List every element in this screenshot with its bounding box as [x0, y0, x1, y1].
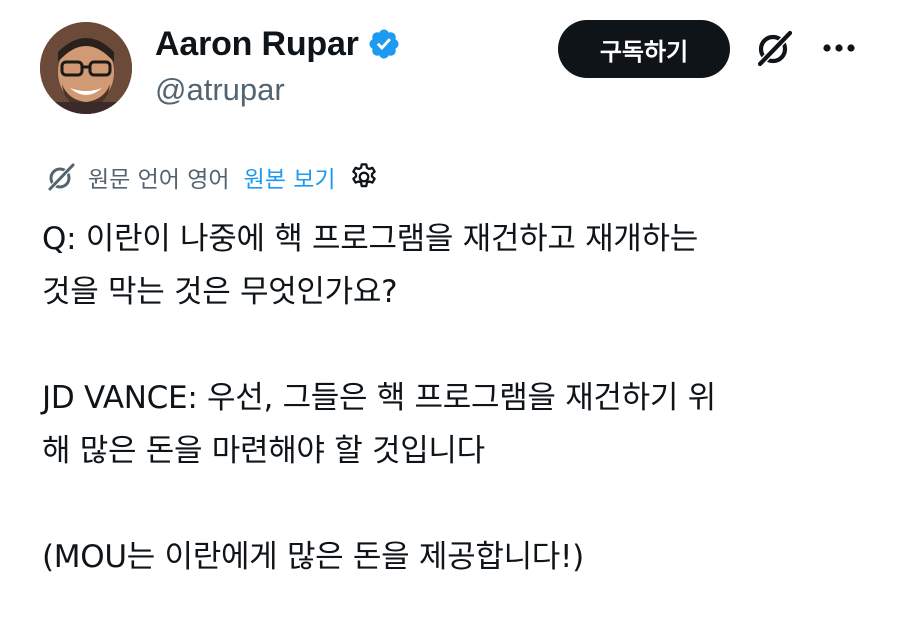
display-name[interactable]: Aaron Rupar	[155, 25, 359, 64]
tweet-text: Q: 이란이 나중에 핵 프로그램을 재건하고 재개하는 것을 막는 것은 무엇…	[42, 213, 872, 584]
verified-badge-icon[interactable]	[367, 27, 401, 61]
tweet-line: 해 많은 돈을 마련해야 할 것입니다	[42, 433, 485, 469]
grok-icon[interactable]	[752, 26, 796, 70]
subscribe-button[interactable]: 구독하기	[558, 20, 730, 78]
tweet-line: Q: 이란이 나중에 핵 프로그램을 재건하고 재개하는	[42, 221, 698, 257]
tweet-line: 것을 막는 것은 무엇인가요?	[42, 274, 398, 310]
handle[interactable]: @atrupar	[155, 72, 401, 108]
avatar-image	[40, 22, 132, 114]
name-row: Aaron Rupar	[155, 22, 401, 66]
author-block: Aaron Rupar @atrupar	[155, 22, 401, 108]
more-horizontal-icon[interactable]	[818, 30, 860, 66]
show-original-link[interactable]: 원본 보기	[244, 160, 336, 194]
tweet-card: Aaron Rupar @atrupar 구독하기 원문 언어 영어 원본 보기	[0, 0, 900, 625]
translation-bar: 원문 언어 영어 원본 보기	[44, 157, 380, 197]
avatar[interactable]	[40, 22, 132, 114]
tweet-line: JD VANCE: 우선, 그들은 핵 프로그램을 재건하기 위	[42, 380, 716, 416]
grok-translate-icon	[48, 163, 75, 191]
translation-label: 원문 언어 영어	[88, 167, 230, 193]
gear-icon[interactable]	[348, 161, 380, 193]
tweet-line: (MOU는 이란에게 많은 돈을 제공합니다!)	[42, 539, 584, 575]
